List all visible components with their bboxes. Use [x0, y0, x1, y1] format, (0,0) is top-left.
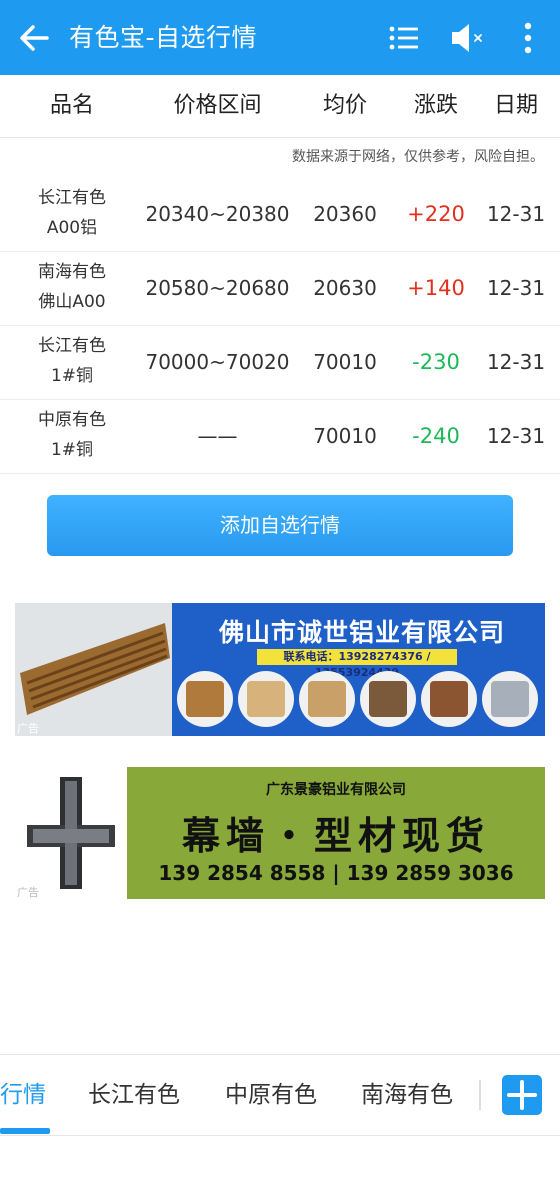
row-change: +140	[407, 276, 465, 300]
speaker-muted-icon	[452, 24, 482, 52]
row-date: 12-31	[486, 202, 546, 226]
header-avg: 均价	[322, 93, 367, 118]
header-change: 涨跌	[413, 93, 458, 118]
row-name-line2: 1#铜	[50, 440, 94, 460]
row-change: +220	[407, 202, 465, 226]
row-name-line1: 长江有色	[38, 188, 106, 208]
row-range: ——	[197, 424, 238, 448]
row-avg: 70010	[313, 424, 377, 448]
row-date: 12-31	[486, 424, 546, 448]
add-watchlist-button[interactable]: 添加自选行情	[47, 495, 513, 556]
more-vertical-icon	[524, 22, 532, 54]
tab-bar: 行情 长江有色 中原有色 南海有色	[0, 1054, 560, 1136]
plus-icon	[507, 1080, 537, 1110]
row-name-line2: A00铝	[46, 218, 98, 238]
row-avg: 20630	[313, 276, 377, 300]
tab-zhongyuan[interactable]: 中原有色	[225, 1055, 317, 1135]
ad-profile-photo	[15, 767, 127, 899]
header-date: 日期	[493, 93, 538, 118]
ad-product-photo	[15, 603, 172, 736]
tab-divider	[479, 1080, 481, 1110]
back-button[interactable]	[14, 18, 54, 58]
row-date: 12-31	[486, 350, 546, 374]
active-tab-indicator	[0, 1128, 50, 1134]
top-bar: 有色宝-自选行情	[0, 0, 560, 75]
table-header: 品名 价格区间 均价 涨跌 日期	[0, 75, 560, 138]
arrow-left-icon	[20, 25, 49, 51]
ad-banner-jinghao[interactable]: 广东景豪铝业有限公司 幕墙・型材现货 139 2854 8558 | 139 2…	[15, 767, 545, 899]
ad-label: 广告	[17, 886, 39, 899]
table-row[interactable]: 长江有色 A00铝 20340~20380 20360 +220 12-31	[0, 177, 560, 252]
page-title: 有色宝-自选行情	[69, 23, 258, 52]
disclaimer-note: 数据来源于网络，仅供参考，风险自担。	[292, 149, 544, 165]
ad-banner-chengshi[interactable]: 佛山市诚世铝业有限公司 联系电话：13928274376 / 135539244…	[15, 603, 545, 736]
table-row[interactable]: 长江有色 1#铜 70000~70020 70010 -230 12-31	[0, 325, 560, 400]
row-change: -230	[412, 350, 460, 374]
row-name-line2: 佛山A00	[38, 292, 106, 312]
row-name: 南海有色 佛山A00	[22, 257, 122, 317]
table-row[interactable]: 中原有色 1#铜 —— 70010 -240 12-31	[0, 399, 560, 474]
row-range: 20580~20680	[145, 276, 290, 300]
tab-market[interactable]: 行情	[0, 1055, 46, 1135]
row-avg: 70010	[313, 350, 377, 374]
ad-company-title: 佛山市诚世铝业有限公司	[218, 618, 505, 647]
more-options-button[interactable]	[513, 18, 543, 58]
row-name: 中原有色 1#铜	[22, 405, 122, 465]
ad-phones: 139 2854 8558 | 139 2859 3036	[158, 861, 514, 885]
ad-phone: 联系电话：13928274376 / 13553924439	[257, 649, 457, 679]
product-samples-image	[177, 671, 538, 727]
aluminum-profile-image	[15, 767, 127, 899]
row-avg: 20360	[313, 202, 377, 226]
header-name: 品名	[49, 93, 94, 118]
ad-text-panel: 广东景豪铝业有限公司 幕墙・型材现货 139 2854 8558 | 139 2…	[127, 767, 545, 899]
add-tab-button[interactable]	[502, 1075, 542, 1115]
row-range: 20340~20380	[145, 202, 290, 226]
mute-button[interactable]	[448, 19, 488, 57]
tab-changjiang[interactable]: 长江有色	[88, 1055, 180, 1135]
ad-slogan: 幕墙・型材现货	[181, 814, 490, 858]
row-name-line1: 南海有色	[38, 262, 106, 282]
table-row[interactable]: 南海有色 佛山A00 20580~20680 20630 +140 12-31	[0, 251, 560, 326]
row-name: 长江有色 1#铜	[22, 331, 122, 391]
header-range: 价格区间	[173, 93, 262, 118]
row-range: 70000~70020	[145, 350, 290, 374]
list-icon	[389, 26, 418, 50]
tab-nanhai[interactable]: 南海有色	[361, 1055, 453, 1135]
row-name-line1: 中原有色	[38, 410, 106, 430]
ad-label: 广告	[17, 722, 39, 735]
row-name-line2: 1#铜	[50, 366, 94, 386]
ad-company-name: 广东景豪铝业有限公司	[266, 782, 406, 798]
row-change: -240	[412, 424, 460, 448]
list-button[interactable]	[386, 20, 422, 56]
row-name-line1: 长江有色	[38, 336, 106, 356]
corrugated-panel-image	[15, 603, 172, 736]
row-date: 12-31	[486, 276, 546, 300]
row-name: 长江有色 A00铝	[22, 183, 122, 243]
